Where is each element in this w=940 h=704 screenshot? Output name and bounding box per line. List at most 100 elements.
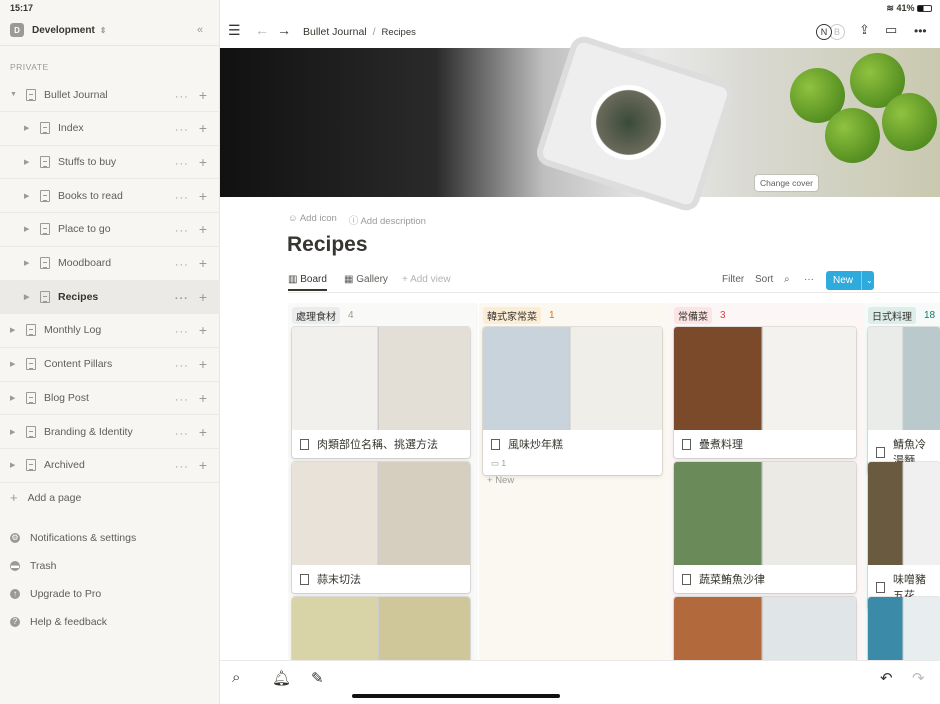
more-icon[interactable]: ··· xyxy=(175,428,189,440)
board-card[interactable]: 肉類部位名稱、挑選方法 xyxy=(292,327,470,458)
triangle-right-icon[interactable]: ▶ xyxy=(24,158,34,166)
sidebar-item[interactable]: ▼ Bullet Journal ··· + xyxy=(0,78,220,112)
avatar-stack[interactable]: N B xyxy=(816,24,845,40)
more-icon[interactable]: ··· xyxy=(804,274,814,285)
column-tag[interactable]: 常備菜 xyxy=(674,307,712,324)
more-icon[interactable]: ··· xyxy=(175,326,189,338)
board-column: 處理食材 4 肉類部位名稱、挑選方法 蒜末切法 xyxy=(288,303,478,700)
sidebar-item[interactable]: ▶ Books to read ··· + xyxy=(0,179,220,214)
change-cover-button[interactable]: Change cover xyxy=(755,175,818,191)
board-card[interactable]: 疊煮料理 xyxy=(674,327,856,458)
more-icon[interactable]: ··· xyxy=(175,394,189,406)
more-icon[interactable]: ··· xyxy=(175,259,189,271)
comment-icon[interactable]: ▭ xyxy=(885,22,897,38)
sidebar-item[interactable]: ▶ Content Pillars ··· + xyxy=(0,348,220,382)
sidebar-item[interactable]: ▶ Blog Post ··· + xyxy=(0,381,220,416)
add-view-label: Add view xyxy=(410,274,451,285)
more-icon[interactable]: ··· xyxy=(175,192,189,204)
add-icon-button[interactable]: ☺ Add icon xyxy=(288,213,337,227)
sidebar-bottom-item[interactable]: ▬ Trash xyxy=(10,560,56,572)
plus-icon[interactable]: + xyxy=(199,120,208,136)
sidebar-bottom-item[interactable]: ? Help & feedback xyxy=(10,616,107,628)
tab-gallery[interactable]: ▦ Gallery xyxy=(344,274,388,285)
plus-icon[interactable]: + xyxy=(199,322,208,338)
sidebar-item[interactable]: ▶ Archived ··· + xyxy=(0,449,220,483)
sidebar-item[interactable]: ▶ Moodboard ··· + xyxy=(0,247,220,281)
chevron-down-icon[interactable]: ⌄ xyxy=(862,276,873,285)
filter-button[interactable]: Filter xyxy=(722,274,744,285)
more-icon[interactable]: ··· xyxy=(175,461,189,473)
column-tag[interactable]: 處理食材 xyxy=(292,307,340,324)
menu-icon[interactable]: ☰ xyxy=(228,22,241,39)
more-icon[interactable]: ··· xyxy=(175,124,189,136)
plus-icon[interactable]: + xyxy=(199,457,208,473)
triangle-right-icon[interactable]: ▶ xyxy=(10,461,20,469)
more-icon[interactable]: ··· xyxy=(175,158,189,170)
new-button[interactable]: New ⌄ xyxy=(826,271,874,290)
board-card[interactable]: 鯖魚冷湯麵 xyxy=(868,327,940,474)
page-icon xyxy=(682,438,691,450)
forward-arrow-icon[interactable]: → xyxy=(277,22,291,38)
board-card[interactable]: 味噌豬五花 xyxy=(868,462,940,609)
more-icon[interactable]: ··· xyxy=(175,293,189,305)
triangle-right-icon[interactable]: ▶ xyxy=(10,428,20,436)
search-icon[interactable]: ⌕ xyxy=(784,274,790,285)
more-icon[interactable]: ··· xyxy=(175,91,189,103)
share-icon[interactable]: ⇪ xyxy=(859,22,870,38)
board-card[interactable]: 蔬菜鮪魚沙律 xyxy=(674,462,856,593)
board-card[interactable]: 蒜末切法 xyxy=(292,462,470,593)
sidebar-item-label: Moodboard xyxy=(58,257,112,269)
back-arrow-icon[interactable]: ← xyxy=(255,22,269,38)
workspace-switcher[interactable]: D Development ⇕ xyxy=(10,23,107,37)
board-card[interactable]: 風味炒年糕 ▭ 1 xyxy=(483,327,662,475)
sidebar-item[interactable]: ▶ Place to go ··· + xyxy=(0,213,220,247)
triangle-right-icon[interactable]: ▶ xyxy=(24,192,34,200)
more-icon[interactable]: ··· xyxy=(175,225,189,237)
column-tag[interactable]: 韓式家常菜 xyxy=(483,307,541,324)
add-view-button[interactable]: + Add view xyxy=(402,274,451,285)
add-page-button[interactable]: + Add a page xyxy=(10,490,81,505)
page-icon xyxy=(300,438,309,450)
sidebar-item[interactable]: ▶ Branding & Identity ··· + xyxy=(0,415,220,449)
plus-icon[interactable]: + xyxy=(199,255,208,271)
sidebar-item[interactable]: ▶ Index ··· + xyxy=(0,112,220,146)
triangle-right-icon[interactable]: ▶ xyxy=(24,225,34,233)
plus-icon[interactable]: + xyxy=(199,221,208,237)
column-tag[interactable]: 日式料理 xyxy=(868,307,916,324)
add-card-button[interactable]: + New xyxy=(487,475,514,486)
plus-icon[interactable]: + xyxy=(199,390,208,406)
plus-icon[interactable]: + xyxy=(199,289,208,305)
plus-icon[interactable]: + xyxy=(199,154,208,170)
triangle-right-icon[interactable]: ▶ xyxy=(10,394,20,402)
triangle-right-icon[interactable]: ▶ xyxy=(24,259,34,267)
plus-icon[interactable]: + xyxy=(199,87,208,103)
undo-icon[interactable]: ↶ xyxy=(880,669,893,687)
double-chevron-left-icon[interactable]: « xyxy=(197,24,203,36)
redo-icon[interactable]: ↷ xyxy=(912,669,925,687)
plus-icon[interactable]: + xyxy=(199,424,208,440)
bell-icon[interactable]: 🔔︎ xyxy=(272,669,291,687)
sort-button[interactable]: Sort xyxy=(755,274,773,285)
page-meta: ☺ Add icon ⓘ Add description xyxy=(288,213,426,227)
breadcrumb-item[interactable]: Recipes xyxy=(382,27,416,38)
triangle-right-icon[interactable]: ▶ xyxy=(10,360,20,368)
sidebar-item[interactable]: ▶ Recipes ··· + xyxy=(0,280,220,315)
tab-board[interactable]: ▥ Board xyxy=(288,274,327,291)
triangle-right-icon[interactable]: ▶ xyxy=(24,293,34,301)
breadcrumb-item[interactable]: Bullet Journal xyxy=(303,26,367,38)
sidebar-item[interactable]: ▶ Monthly Log ··· + xyxy=(0,314,220,348)
plus-icon[interactable]: + xyxy=(199,356,208,372)
sidebar-bottom-item[interactable]: ↑ Upgrade to Pro xyxy=(10,588,101,600)
sidebar-item[interactable]: ▶ Stuffs to buy ··· + xyxy=(0,145,220,180)
sidebar-bottom-item[interactable]: ⚙ Notifications & settings xyxy=(10,532,136,544)
compose-icon[interactable]: ✎ xyxy=(311,669,324,687)
triangle-right-icon[interactable]: ▶ xyxy=(10,326,20,334)
more-icon[interactable]: ··· xyxy=(175,360,189,372)
plus-icon[interactable]: + xyxy=(199,188,208,204)
add-description-button[interactable]: ⓘ Add description xyxy=(349,213,426,227)
triangle-right-icon[interactable]: ▶ xyxy=(24,124,34,132)
more-icon[interactable]: ••• xyxy=(914,24,927,38)
search-icon[interactable]: ⌕ xyxy=(232,669,240,686)
triangle-down-icon[interactable]: ▼ xyxy=(10,91,20,98)
sidebar-item-label: Monthly Log xyxy=(44,324,102,337)
